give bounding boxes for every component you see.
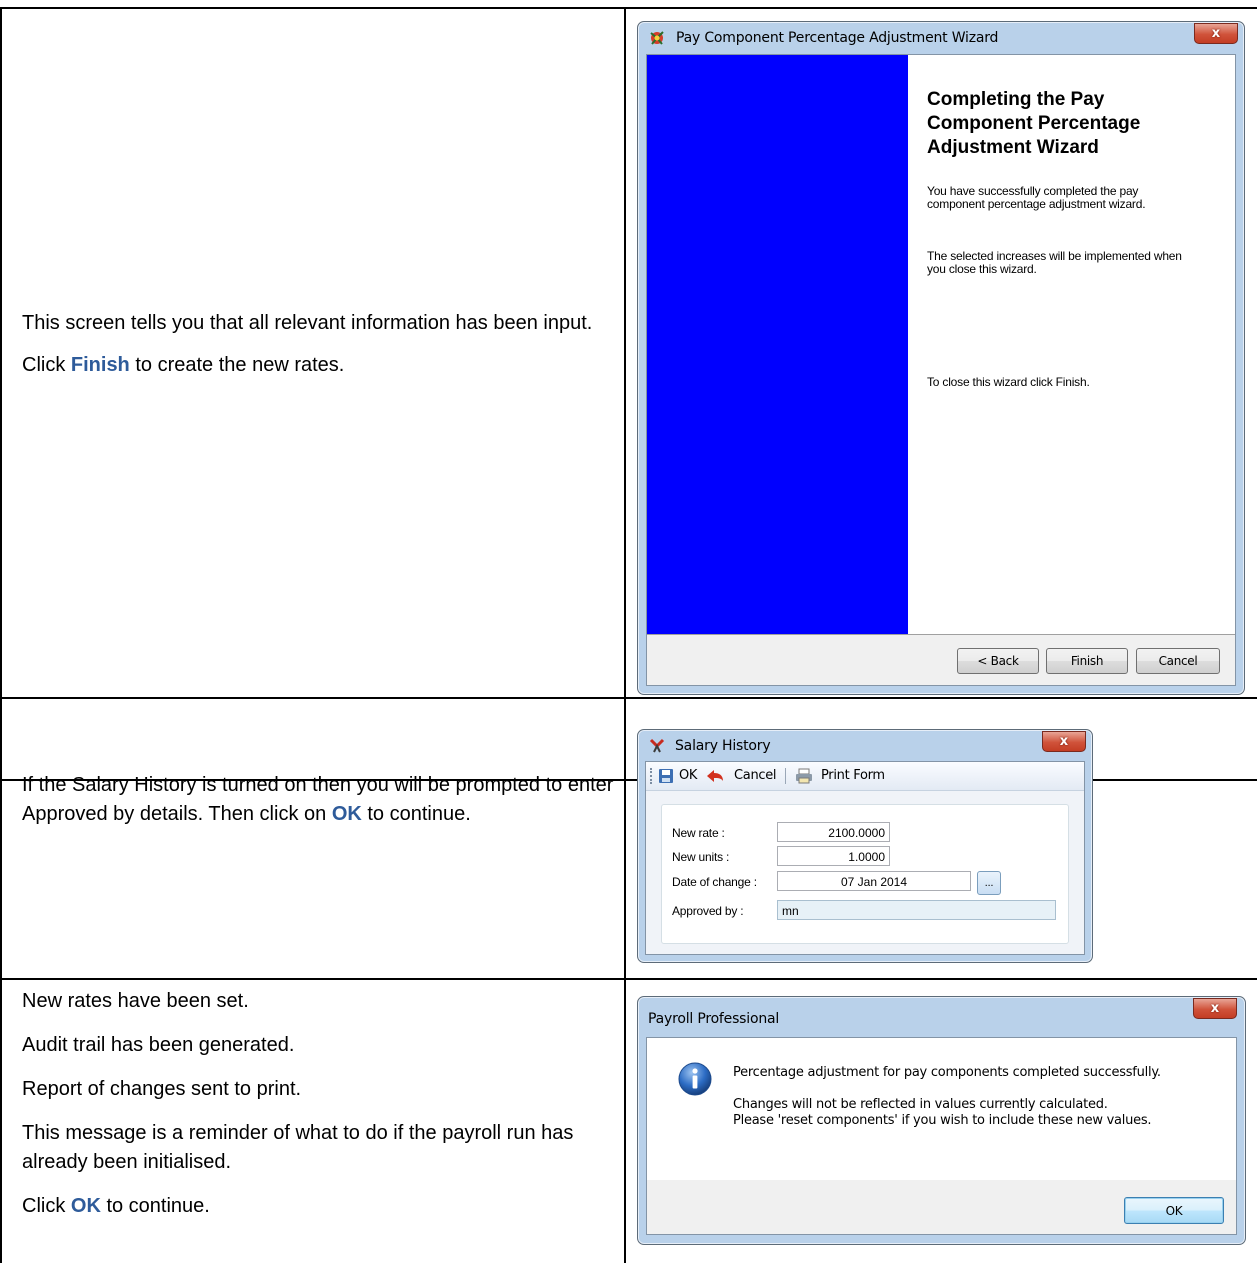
salary-history-title: Salary History [675, 738, 771, 754]
section1-description: This screen tells you that all relevant … [22, 309, 612, 393]
table-border-row1 [0, 697, 1257, 699]
salary-form-group: New rate : 2100.0000 New units : 1.0000 … [661, 804, 1069, 944]
close-icon: x [1210, 1001, 1220, 1016]
message-line-1: Percentage adjustment for pay components… [733, 1065, 1161, 1080]
message-box-client: Percentage adjustment for pay components… [646, 1037, 1237, 1235]
section3-line-4: This message is a reminder of what to do… [22, 1122, 574, 1173]
table-border-top [0, 7, 1257, 9]
message-box-titlebar[interactable]: Payroll Professional x [638, 997, 1245, 1029]
section3-line-2: Audit trail has been generated. [22, 1034, 295, 1056]
app-icon [650, 31, 664, 45]
section3-line-1: New rates have been set. [22, 990, 249, 1012]
section3-description: New rates have been set. Audit trail has… [22, 987, 616, 1234]
cancel-button[interactable]: Cancel [1136, 648, 1220, 674]
table-border-left [0, 7, 2, 1263]
ok-keyword: OK [70, 1195, 101, 1217]
toolbar-print-form-button[interactable]: Print Form [821, 768, 885, 783]
new-units-field[interactable]: 1.0000 [777, 846, 890, 866]
message-close-button[interactable]: x [1193, 998, 1237, 1019]
section1-click-text: Click Finish to create the new rates. [22, 354, 345, 376]
close-icon: x [1059, 734, 1069, 749]
toolbar-separator [785, 768, 786, 784]
toolbar: OK Cancel Print Form [646, 762, 1084, 791]
save-icon [659, 769, 673, 783]
message-box-title: Payroll Professional [648, 1011, 780, 1027]
print-icon [796, 768, 812, 784]
table-border-middle [624, 7, 626, 1263]
wizard-content-panel: Completing the Pay Component Percentage … [908, 55, 1235, 634]
wizard-paragraph-1: You have successfully completed the pay … [927, 184, 1146, 211]
info-icon [678, 1062, 712, 1096]
wizard-side-panel [647, 55, 908, 634]
section2-description: If the Salary History is turned on then … [22, 771, 614, 842]
toolbar-ok-button[interactable]: OK [679, 768, 697, 783]
ok-keyword: OK [331, 803, 362, 825]
wizard-footer-divider [647, 634, 1235, 635]
message-line-3: Please 'reset components' if you wish to… [733, 1113, 1152, 1128]
wizard-heading: Completing the Pay Component Percentage … [927, 89, 1141, 158]
wizard-paragraph-3: To close this wizard click Finish. [927, 375, 1090, 389]
table-border-row3 [0, 978, 1257, 980]
section3-line-3: Report of changes sent to print. [22, 1078, 302, 1100]
toolbar-cancel-button[interactable]: Cancel [734, 768, 777, 783]
wizard-window: Pay Component Percentage Adjustment Wiza… [637, 21, 1245, 695]
cancel-arrow-icon [707, 770, 723, 782]
message-box-window: Payroll Professional x Percentage adjust… [637, 996, 1246, 1245]
new-rate-field[interactable]: 2100.0000 [777, 822, 890, 842]
finish-button[interactable]: Finish [1046, 648, 1128, 674]
date-of-change-label: Date of change : [672, 875, 757, 889]
wizard-title: Pay Component Percentage Adjustment Wiza… [676, 30, 999, 46]
salary-history-client: OK Cancel Print Form New rate : 2100.000… [645, 761, 1085, 955]
wizard-titlebar[interactable]: Pay Component Percentage Adjustment Wiza… [638, 22, 1244, 54]
close-button[interactable]: x [1194, 23, 1238, 44]
salary-close-button[interactable]: x [1042, 731, 1086, 752]
section1-info-text: This screen tells you that all relevant … [22, 312, 593, 334]
new-rate-label: New rate : [672, 826, 725, 840]
section2-info-text: If the Salary History is turned on then … [22, 774, 614, 825]
date-picker-button[interactable]: ... [977, 871, 1001, 895]
section3-click-text: Click OK to continue. [22, 1195, 210, 1217]
back-button[interactable]: < Back [957, 648, 1039, 674]
wizard-paragraph-2: The selected increases will be implement… [927, 249, 1182, 276]
salary-app-icon [649, 738, 665, 753]
approved-by-field[interactable]: mn [777, 900, 1056, 920]
close-icon: x [1211, 26, 1221, 41]
toolbar-grip [650, 768, 654, 784]
salary-history-titlebar[interactable]: Salary History x [638, 730, 1092, 762]
salary-history-window: Salary History x OK Cancel Print Form Ne… [637, 729, 1093, 963]
message-line-2: Changes will not be reflected in values … [733, 1097, 1108, 1112]
ok-button[interactable]: OK [1124, 1197, 1224, 1224]
new-units-label: New units : [672, 850, 730, 864]
date-of-change-field[interactable]: 07 Jan 2014 [777, 871, 971, 891]
finish-keyword: Finish [70, 354, 130, 376]
wizard-client: Completing the Pay Component Percentage … [646, 54, 1236, 686]
approved-by-label: Approved by : [672, 904, 744, 918]
